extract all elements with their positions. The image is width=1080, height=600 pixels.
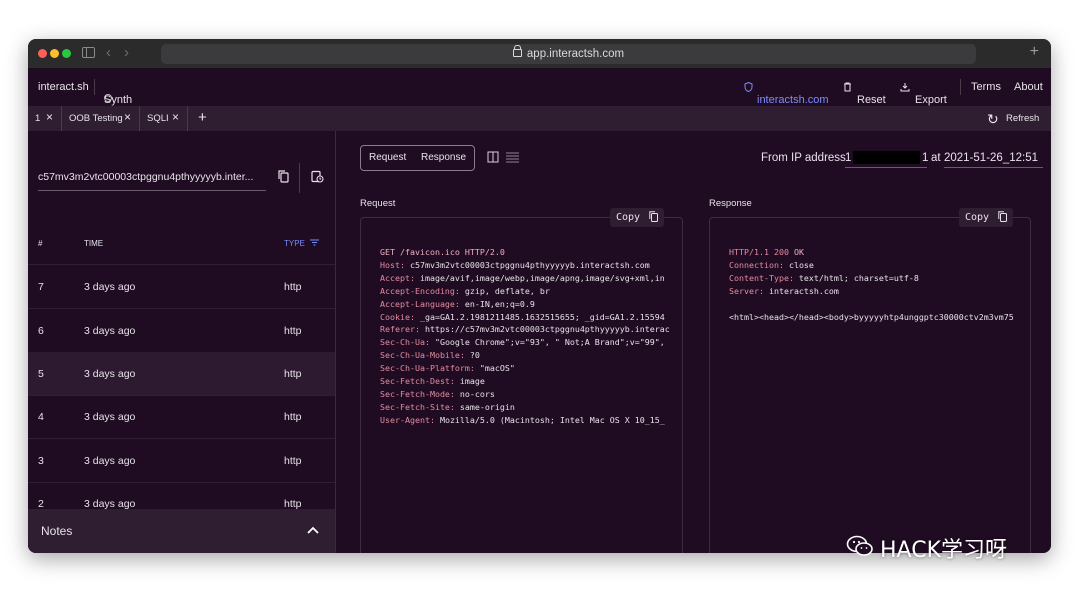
column-header-number: #	[38, 239, 43, 248]
export-button[interactable]: Export	[900, 81, 947, 106]
notes-label: Notes	[41, 524, 73, 538]
browser-toolbar: ‹ › app.interactsh.com +	[28, 39, 1051, 68]
copy-request-button[interactable]: Copy	[610, 208, 665, 227]
split-view-icon[interactable]	[487, 151, 499, 163]
timestamp-field: 2021-51-26_12:51	[944, 150, 1043, 168]
response-title: Response	[709, 198, 752, 209]
tab-oob-testing[interactable]: OOB Testing	[69, 113, 123, 124]
copy-response-button[interactable]: Copy	[959, 208, 1014, 227]
column-header-time[interactable]: TIME	[84, 239, 103, 248]
stacked-view-icon[interactable]	[506, 151, 519, 163]
tab-1[interactable]: 1	[35, 113, 40, 124]
trash-icon	[844, 82, 851, 92]
about-link[interactable]: About	[1014, 81, 1043, 93]
tab-bar: 1 × OOB Testing × SQLI × + ↻ Refresh	[28, 106, 1051, 131]
interaction-row[interactable]: 7 3 days ago http	[28, 265, 335, 309]
interaction-row[interactable]: 6 3 days ago http	[28, 309, 335, 353]
url-text: app.interactsh.com	[526, 48, 625, 60]
tab-sqli[interactable]: SQLI	[147, 113, 169, 124]
interaction-row[interactable]: 3 3 days ago http	[28, 439, 335, 483]
maximize-window-button[interactable]	[62, 49, 71, 58]
response-toggle[interactable]: Response	[421, 152, 466, 163]
view-toggle: Request Response	[360, 145, 475, 171]
terms-link[interactable]: Terms	[971, 81, 1001, 93]
browser-window: ‹ › app.interactsh.com + interact.sh Syn…	[28, 39, 1051, 553]
close-window-button[interactable]	[38, 49, 47, 58]
request-toggle[interactable]: Request	[369, 152, 406, 163]
minimize-window-button[interactable]	[50, 49, 59, 58]
interaction-row[interactable]: 4 3 days ago http	[28, 395, 335, 439]
sidebar-toggle-icon[interactable]	[82, 47, 95, 58]
column-header-type[interactable]: TYPE	[284, 239, 305, 248]
filter-icon[interactable]	[310, 239, 319, 246]
add-tab-icon[interactable]: +	[198, 109, 207, 126]
brand-logo[interactable]: interact.sh	[38, 81, 89, 93]
watermark-text: HACK学习呀	[880, 538, 1007, 563]
interaction-row-selected[interactable]: 5 3 days ago http	[28, 352, 335, 396]
back-icon[interactable]: ‹	[106, 44, 111, 61]
server-link[interactable]: interactsh.com	[744, 81, 829, 106]
request-title: Request	[360, 198, 396, 209]
notes-panel[interactable]: Notes	[28, 509, 335, 553]
forward-icon[interactable]: ›	[124, 44, 129, 61]
lock-icon	[512, 45, 522, 57]
new-tab-icon[interactable]: +	[1030, 43, 1039, 61]
clipboard-clock-icon[interactable]	[311, 170, 324, 183]
divider	[187, 106, 188, 131]
close-tab-icon[interactable]: ×	[172, 110, 179, 124]
divider	[299, 163, 300, 193]
refresh-button[interactable]: Refresh	[1006, 113, 1039, 124]
wechat-icon	[846, 535, 873, 556]
response-code: HTTP/1.1 200 OK Connection: close Conten…	[729, 247, 1014, 322]
source-ip-info: From IP address	[761, 152, 846, 164]
divider	[139, 106, 140, 131]
divider	[61, 106, 62, 131]
response-code-box: HTTP/1.1 200 OK Connection: close Conten…	[709, 217, 1031, 553]
request-code-box: GET /favicon.ico HTTP/2.0 Host: c57mv3m2…	[360, 217, 683, 553]
redaction-block	[853, 151, 920, 164]
download-icon	[900, 83, 910, 92]
detail-panel: Request Response From IP address 1 1 at …	[335, 131, 1051, 553]
ip-address-field: 1 1	[845, 150, 928, 168]
address-bar[interactable]: app.interactsh.com	[161, 44, 976, 64]
copy-icon[interactable]	[278, 170, 289, 183]
copy-icon	[649, 211, 659, 222]
close-tab-icon[interactable]: ×	[124, 110, 131, 124]
divider	[960, 79, 961, 95]
close-tab-icon[interactable]: ×	[46, 110, 53, 124]
interactions-panel: c57mv3m2vtc00003ctpggnu4pthyyyyyb.inter.…	[28, 131, 335, 553]
app-header: interact.sh Synth interactsh.com Reset E…	[28, 68, 1051, 106]
reset-button[interactable]: Reset	[843, 81, 886, 106]
refresh-icon[interactable]: ↻	[987, 111, 999, 128]
host-url-field[interactable]: c57mv3m2vtc00003ctpggnu4pthyyyyyb.inter.…	[38, 168, 266, 191]
copy-icon	[998, 211, 1008, 222]
divider	[94, 79, 95, 95]
chevron-up-icon[interactable]	[307, 526, 319, 534]
request-code: GET /favicon.ico HTTP/2.0 Host: c57mv3m2…	[380, 247, 670, 425]
shield-icon	[744, 81, 753, 93]
